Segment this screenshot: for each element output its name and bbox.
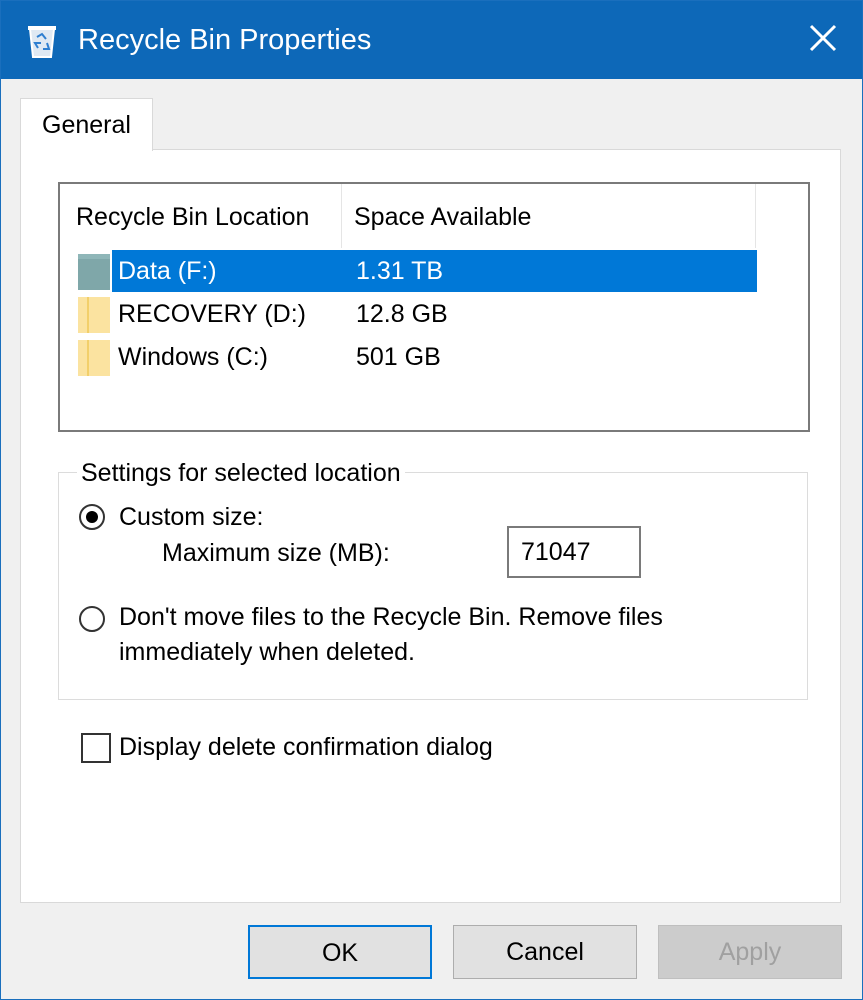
radio-selected-dot <box>86 511 98 523</box>
max-size-label: Maximum size (MB): <box>162 539 390 567</box>
delete-confirmation-checkbox[interactable] <box>81 733 111 763</box>
location-space: 12.8 GB <box>356 300 448 328</box>
tab-general[interactable]: General <box>20 98 153 151</box>
column-separator <box>341 184 342 248</box>
apply-button[interactable]: Apply <box>658 925 842 979</box>
settings-group-label: Settings for selected location <box>77 456 405 490</box>
location-name: RECOVERY (D:) <box>118 300 307 328</box>
location-name: Data (F:) <box>118 257 217 285</box>
max-size-input[interactable]: 71047 <box>507 526 641 578</box>
title-bar[interactable]: Recycle Bin Properties <box>1 1 862 79</box>
folder-icon <box>78 338 110 378</box>
cancel-button[interactable]: Cancel <box>453 925 637 979</box>
column-header-space[interactable]: Space Available <box>354 184 531 248</box>
dont-move-files-label-line2[interactable]: immediately when deleted. <box>119 635 415 669</box>
column-header-location[interactable]: Recycle Bin Location <box>76 184 309 248</box>
recycle-bin-properties-window: Recycle Bin Properties General Recycle B… <box>0 0 863 1000</box>
drive-icon <box>78 252 110 292</box>
general-tab-panel: Recycle Bin Location Space Available Dat… <box>20 149 841 903</box>
delete-confirmation-label[interactable]: Display delete confirmation dialog <box>119 730 493 764</box>
location-row-windows[interactable]: Windows (C:) 501 GB <box>60 336 806 378</box>
recycle-bin-locations-list[interactable]: Recycle Bin Location Space Available Dat… <box>58 182 810 432</box>
custom-size-radio[interactable] <box>79 504 105 530</box>
close-icon <box>808 23 838 58</box>
column-separator <box>755 184 756 248</box>
dont-move-files-radio[interactable] <box>79 606 105 632</box>
folder-icon <box>78 295 110 335</box>
recycle-bin-icon <box>25 21 59 59</box>
location-name: Windows (C:) <box>118 343 269 371</box>
window-title: Recycle Bin Properties <box>78 24 372 56</box>
custom-size-label[interactable]: Custom size: <box>119 500 263 534</box>
ok-button[interactable]: OK <box>248 925 432 979</box>
location-row-recovery[interactable]: RECOVERY (D:) 12.8 GB <box>60 293 806 335</box>
close-button[interactable] <box>784 1 862 79</box>
location-row-data[interactable]: Data (F:) 1.31 TB <box>60 250 806 292</box>
dont-move-files-label[interactable]: Don't move files to the Recycle Bin. Rem… <box>119 600 663 634</box>
location-space: 501 GB <box>356 343 441 371</box>
location-space: 1.31 TB <box>356 257 444 285</box>
